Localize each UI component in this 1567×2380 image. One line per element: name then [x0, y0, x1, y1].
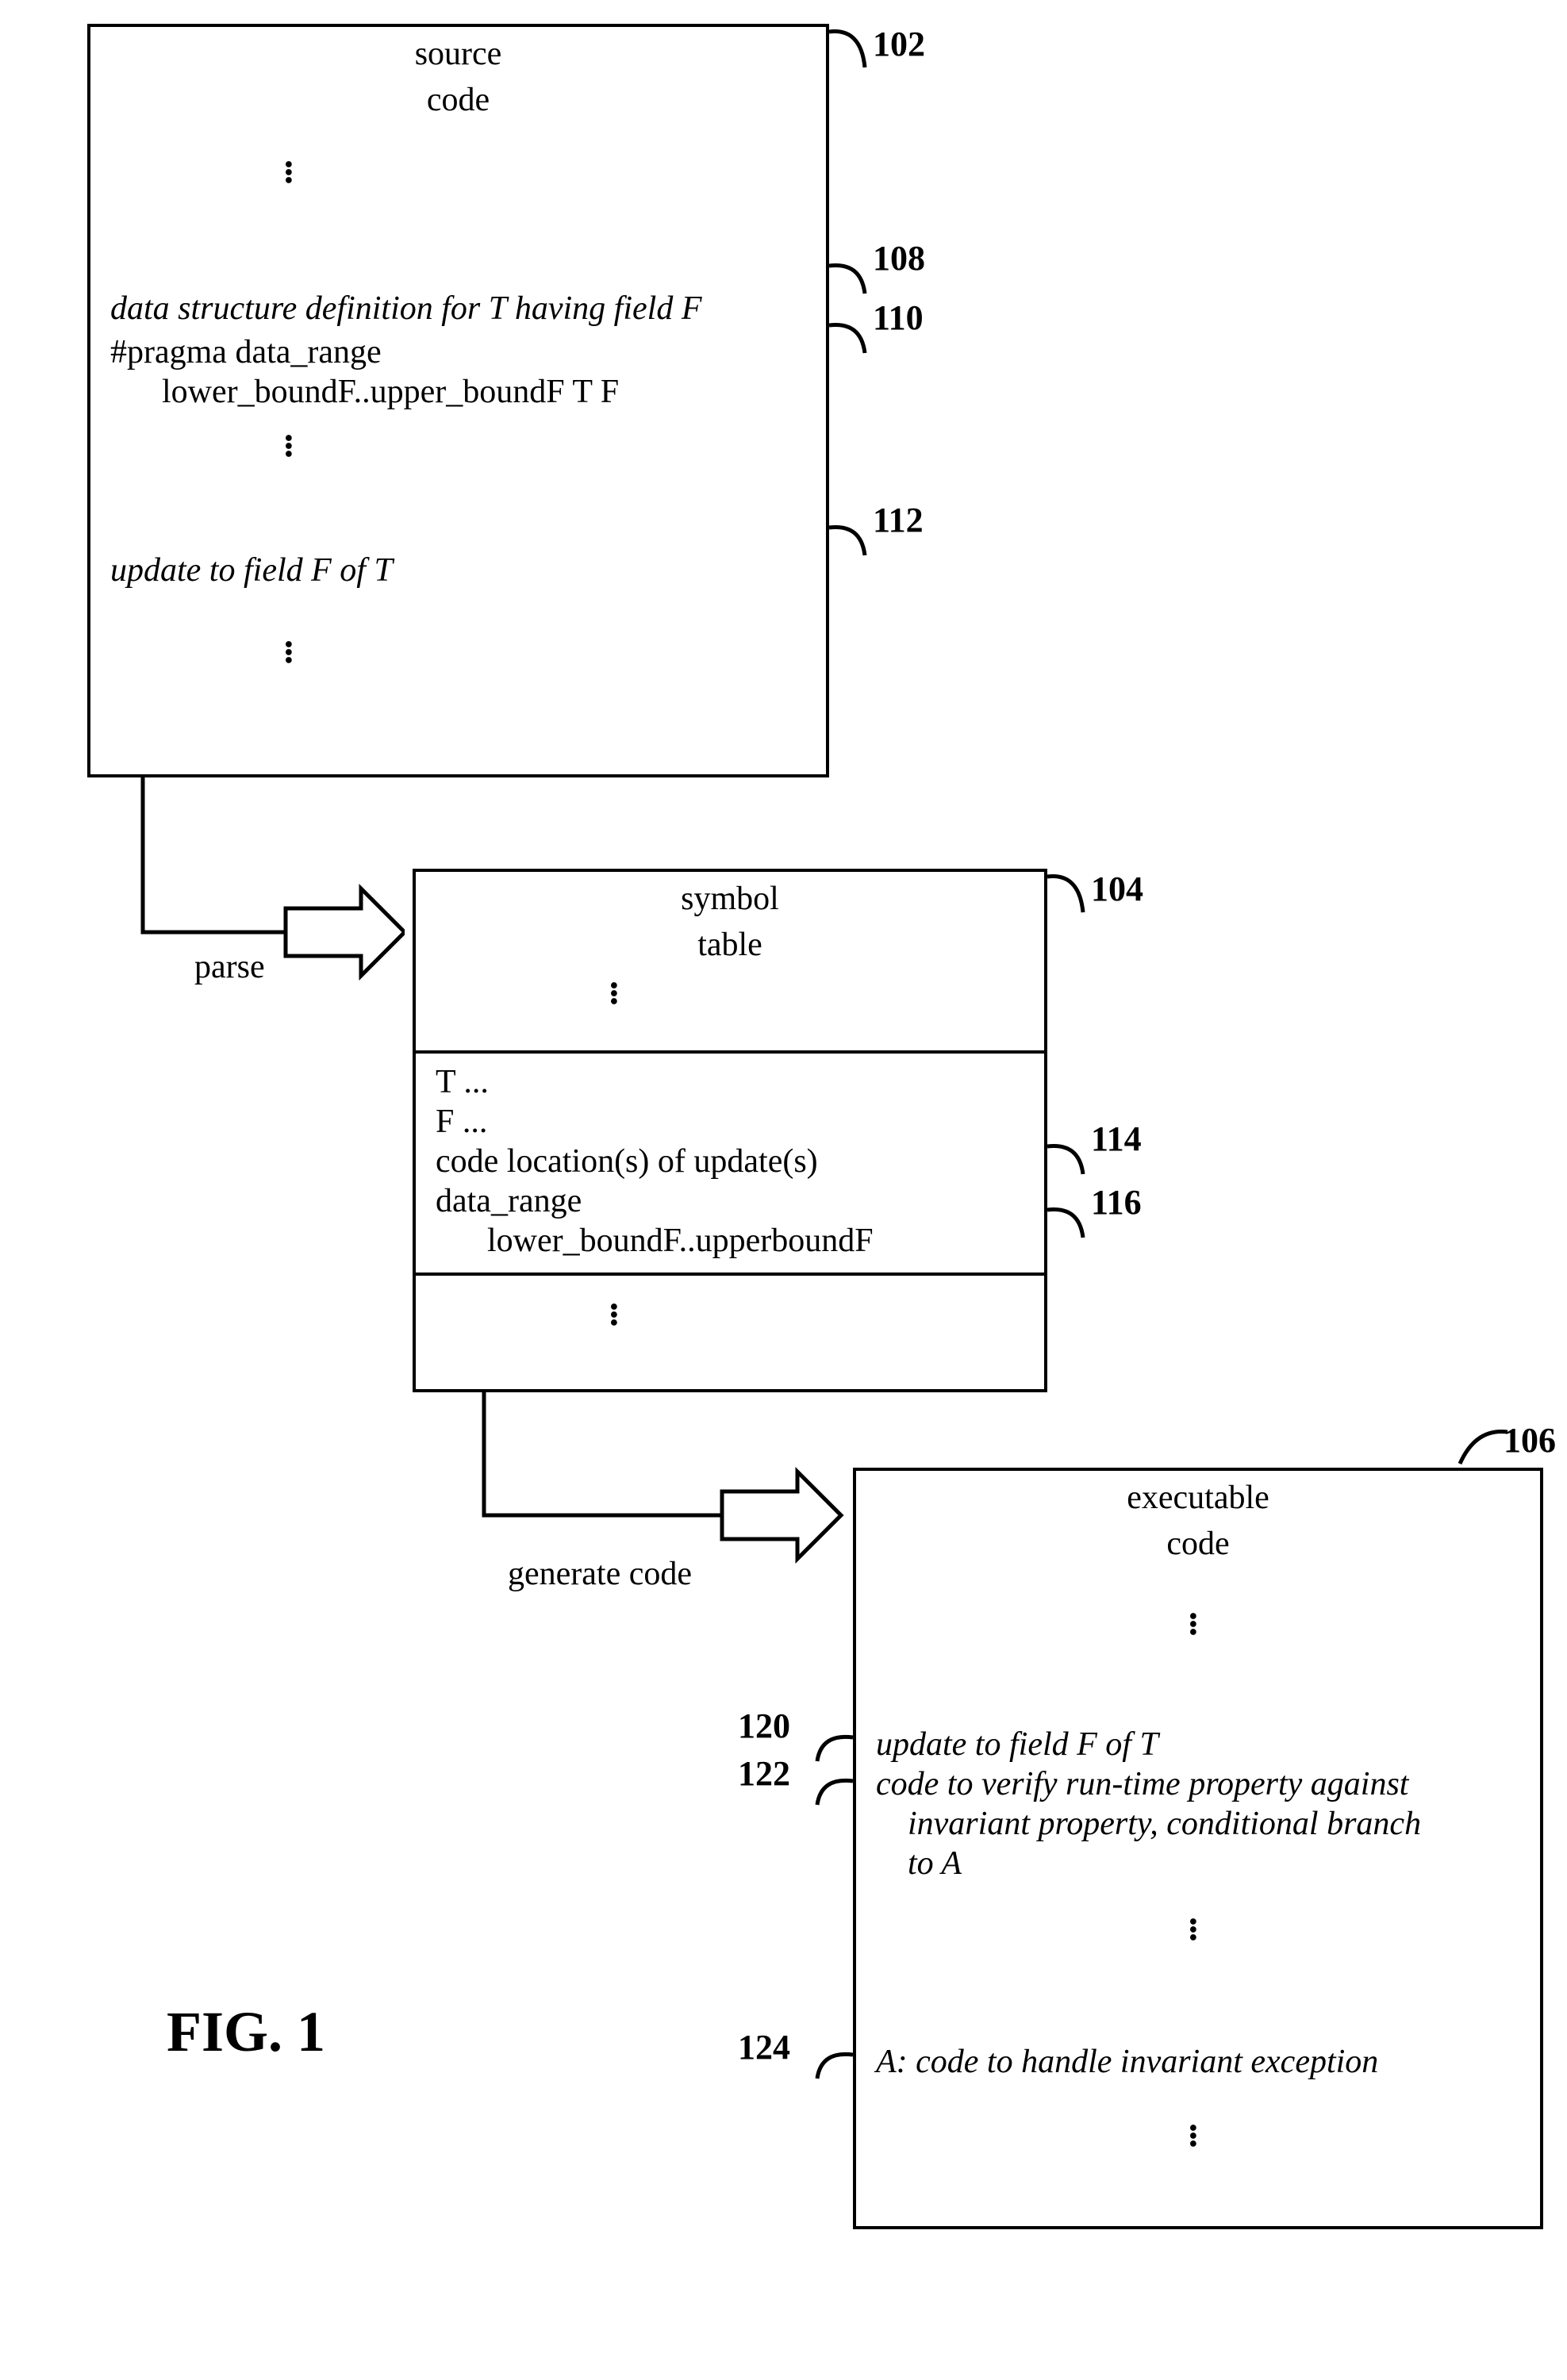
ref-104: 104	[1091, 869, 1143, 909]
ref-102: 102	[873, 24, 925, 64]
exec-line-120: update to field F of T	[876, 1725, 1158, 1764]
ellipsis: ···	[269, 638, 307, 662]
executable-code-box: executable code ··· update to field F of…	[853, 1468, 1543, 2229]
ref-hook-106	[1440, 1424, 1511, 1472]
ref-114: 114	[1091, 1119, 1142, 1159]
diagram-canvas: source code ··· data structure definitio…	[0, 0, 1567, 2380]
exec-line-122c: to A	[908, 1844, 962, 1883]
ref-106: 106	[1504, 1420, 1556, 1461]
source-title-line1: source	[90, 27, 826, 73]
exec-line-124: A: code to handle invariant exception	[876, 2042, 1378, 2082]
ref-112: 112	[873, 500, 924, 540]
source-line-112: update to field F of T	[110, 551, 393, 590]
ellipsis: ···	[269, 432, 307, 455]
ellipsis: ···	[1173, 1915, 1212, 1939]
figure-label: FIG. 1	[167, 1999, 325, 2065]
ref-120: 120	[738, 1706, 790, 1746]
ref-hook-122	[801, 1753, 857, 1809]
symbol-title-line1: symbol	[416, 872, 1044, 918]
ref-122: 122	[738, 1753, 790, 1794]
symbol-title-line2: table	[416, 918, 1044, 964]
source-line-108: data structure definition for T having f…	[110, 289, 701, 328]
ref-110: 110	[873, 298, 924, 338]
source-line-110a: #pragma data_range	[110, 332, 382, 372]
source-title-line2: code	[90, 73, 826, 119]
parse-arrow-connector	[127, 777, 405, 1031]
ellipsis: ···	[594, 1300, 632, 1324]
symbol-divider-top	[416, 1050, 1044, 1054]
parse-label: parse	[194, 948, 265, 986]
source-line-110b: lower_boundF..upper_boundF T F	[162, 372, 619, 412]
ref-116: 116	[1091, 1182, 1142, 1223]
exec-title-line1: executable	[856, 1471, 1540, 1517]
symbol-dr-line: data_range	[436, 1181, 582, 1221]
ellipsis: ···	[1173, 1610, 1212, 1633]
ref-108: 108	[873, 238, 925, 278]
ellipsis: ···	[594, 979, 632, 1003]
exec-line-122b: invariant property, conditional branch	[908, 1804, 1421, 1844]
symbol-t-line: T ...	[436, 1062, 489, 1102]
symbol-loc-line: code location(s) of update(s)	[436, 1142, 818, 1181]
ref-124: 124	[738, 2027, 790, 2067]
symbol-table-box: symbol table ··· T ... F ... code locati…	[413, 869, 1047, 1392]
ref-hook-124	[801, 2027, 857, 2082]
exec-line-122a: code to verify run-time property against	[876, 1764, 1408, 1804]
exec-title-line2: code	[856, 1517, 1540, 1563]
symbol-f-line: F ...	[436, 1102, 487, 1142]
source-code-box: source code ··· data structure definitio…	[87, 24, 829, 777]
symbol-divider-bottom	[416, 1273, 1044, 1276]
symbol-dr-indent: lower_boundF..upperboundF	[487, 1221, 874, 1261]
generate-label: generate code	[508, 1555, 692, 1593]
ellipsis: ···	[269, 158, 307, 182]
ellipsis: ···	[1173, 2121, 1212, 2145]
